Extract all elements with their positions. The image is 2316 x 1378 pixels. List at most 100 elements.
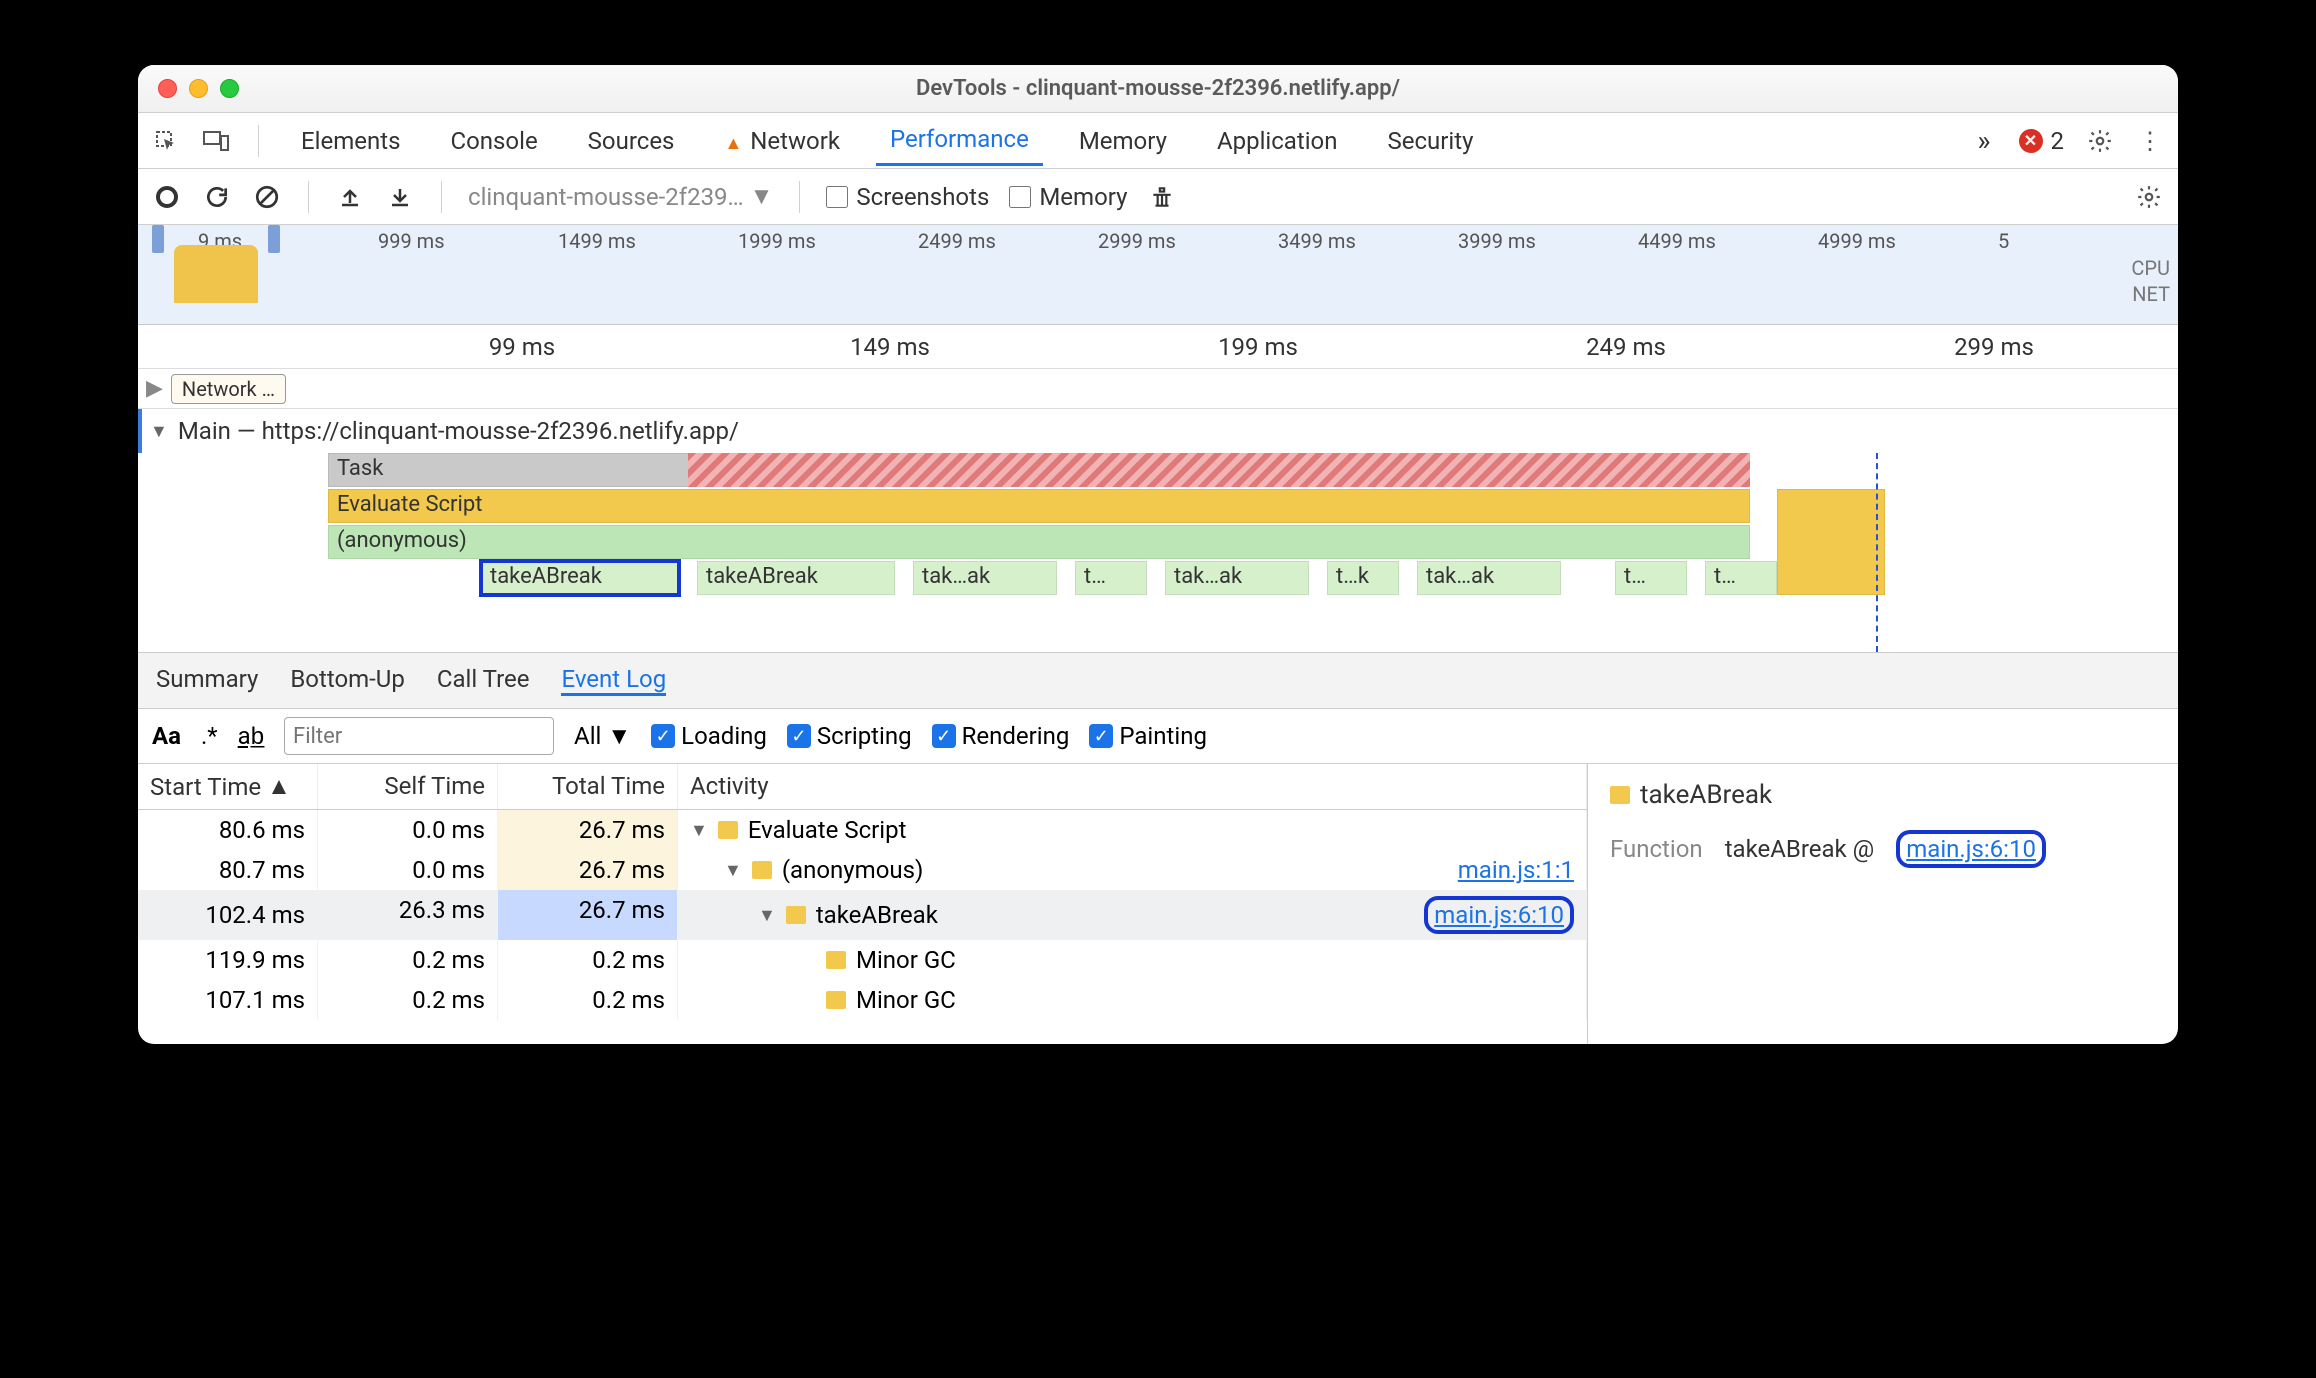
flame-bar-call[interactable]: t… [1615,561,1687,595]
axis-tick: 99 ms [338,333,706,361]
kebab-menu-icon[interactable]: ⋮ [2136,127,2164,155]
flame-bar-call[interactable]: t… [1075,561,1147,595]
expand-icon[interactable]: ▼ [758,905,776,926]
activity-label: takeABreak [816,901,938,929]
flame-bar-call[interactable]: t… [1705,561,1777,595]
col-total-time[interactable]: Total Time [498,764,678,809]
btab-call-tree[interactable]: Call Tree [437,665,530,696]
flame-bar-evaluate-script[interactable]: Evaluate Script [328,489,1750,523]
table-row[interactable]: 119.9 ms0.2 ms0.2 msMinor GC [138,940,1587,980]
script-icon [1610,786,1630,804]
flame-bar-call[interactable]: tak…ak [1165,561,1309,595]
whole-word-toggle[interactable]: ab̲ [238,722,264,751]
overview-tick: 1499 ms [558,229,738,253]
script-icon [826,991,846,1009]
flame-bar-extra[interactable] [1777,489,1885,595]
tab-elements[interactable]: Elements [287,117,414,165]
table-row[interactable]: 107.1 ms0.2 ms0.2 msMinor GC [138,980,1587,1020]
flame-bar-call[interactable]: t…k [1327,561,1399,595]
source-link[interactable]: main.js:1:1 [1458,856,1574,884]
capture-settings-gear-icon[interactable] [2134,182,2164,212]
details-function-name: takeABreak @ [1725,835,1875,863]
error-badge[interactable]: ✕ 2 [2019,127,2065,155]
settings-gear-icon[interactable] [2086,127,2114,155]
flame-chart[interactable]: Task Evaluate Script (anonymous) takeABr… [138,453,2178,653]
cell-total-time: 0.2 ms [498,940,678,980]
download-profile-button[interactable] [385,182,415,212]
sort-asc-icon: ▲ [267,772,291,801]
memory-checkbox[interactable]: Memory [1009,183,1127,211]
overview-range-handle-right[interactable] [268,225,280,253]
clear-button[interactable] [252,182,282,212]
screenshots-checkbox-input[interactable] [826,186,848,208]
table-row[interactable]: 102.4 ms26.3 ms26.7 ms▼takeABreakmain.js… [138,890,1587,940]
screenshots-checkbox[interactable]: Screenshots [826,183,989,211]
case-toggle[interactable]: Aa [152,722,181,750]
memory-checkbox-input[interactable] [1009,186,1031,208]
details-source-link[interactable]: main.js:6:10 [1896,830,2046,868]
flame-bar-takeabreak-selected[interactable]: takeABreak [481,561,679,595]
inspect-icon[interactable] [152,127,180,155]
overview-tick: 1999 ms [738,229,918,253]
col-self-time[interactable]: Self Time [318,764,498,809]
btab-summary[interactable]: Summary [156,665,258,696]
tab-console[interactable]: Console [436,117,551,165]
table-row[interactable]: 80.7 ms0.0 ms26.7 ms▼(anonymous)main.js:… [138,850,1587,890]
table-row[interactable]: 80.6 ms0.0 ms26.7 ms▼Evaluate Script [138,810,1587,850]
btab-bottom-up[interactable]: Bottom-Up [290,665,405,696]
memory-label: Memory [1039,183,1127,211]
flame-bar-call[interactable]: tak…ak [913,561,1057,595]
btab-event-log[interactable]: Event Log [561,665,666,696]
profile-selector-label: clinquant-mousse-2f239… [468,183,744,211]
tab-sources[interactable]: Sources [574,117,689,165]
filter-scripting-checkbox[interactable]: ✓Scripting [787,722,912,750]
tab-performance[interactable]: Performance [876,115,1043,166]
cell-activity: ▼Evaluate Script [678,810,1587,850]
source-link[interactable]: main.js:6:10 [1424,896,1574,934]
flame-bar-call[interactable]: takeABreak [697,561,895,595]
bottom-tabstrip: Summary Bottom-Up Call Tree Event Log [138,653,2178,709]
overview-range-handle-left[interactable] [152,225,164,253]
overview-net-label: NET [2131,281,2170,307]
filter-loading-checkbox[interactable]: ✓Loading [651,722,767,750]
tab-application[interactable]: Application [1203,117,1352,165]
window-title: DevTools - clinquant-mousse-2f2396.netli… [138,76,2178,101]
cell-start-time: 107.1 ms [138,980,318,1020]
filter-rendering-label: Rendering [962,722,1070,750]
script-icon [718,821,738,839]
devtools-window: DevTools - clinquant-mousse-2f2396.netli… [138,65,2178,1044]
regex-toggle[interactable]: .* [201,722,218,750]
tab-security[interactable]: Security [1373,117,1487,165]
timeline-overview[interactable]: 9 ms 999 ms 1499 ms 1999 ms 2499 ms 2999… [138,225,2178,325]
upload-profile-button[interactable] [335,182,365,212]
record-button[interactable] [152,182,182,212]
filter-rendering-checkbox[interactable]: ✓Rendering [932,722,1070,750]
profile-selector-dropdown[interactable]: clinquant-mousse-2f239… ▼ [468,182,773,211]
performance-toolbar: clinquant-mousse-2f239… ▼ Screenshots Me… [138,169,2178,225]
event-log-pane: Start Time▲ Self Time Total Time Activit… [138,764,2178,1044]
tab-network[interactable]: Network [710,117,854,165]
expand-icon[interactable]: ▼ [690,820,708,841]
cell-activity: ▼ takeABreak main.js:6:10 [678,890,1587,940]
main-thread-header[interactable]: ▼ Main — https://clinquant-mousse-2f2396… [138,409,2178,453]
expand-icon[interactable]: ▼ [724,860,742,881]
filter-input[interactable] [284,717,554,755]
flame-bar-anonymous[interactable]: (anonymous) [328,525,1750,559]
flame-bar-call[interactable]: tak…ak [1417,561,1561,595]
device-toggle-icon[interactable] [202,127,230,155]
tabs-overflow-button[interactable]: » [1971,120,1996,161]
cell-start-time: 80.7 ms [138,850,318,890]
cell-activity: ▼(anonymous)main.js:1:1 [678,850,1587,890]
col-activity[interactable]: Activity [678,764,1587,809]
filter-painting-checkbox[interactable]: ✓Painting [1089,722,1207,750]
overview-tick: 2999 ms [1098,229,1278,253]
network-track-header[interactable]: ▶ Network … [138,369,2178,409]
reload-record-button[interactable] [202,182,232,212]
separator [441,181,442,213]
level-selector[interactable]: All ▼ [574,722,631,751]
event-details-pane: takeABreak Function takeABreak @ main.js… [1588,764,2178,1044]
col-start-time[interactable]: Start Time▲ [138,764,318,809]
tab-memory[interactable]: Memory [1065,117,1181,165]
collect-garbage-button[interactable] [1147,182,1177,212]
activity-label: Minor GC [856,986,956,1014]
